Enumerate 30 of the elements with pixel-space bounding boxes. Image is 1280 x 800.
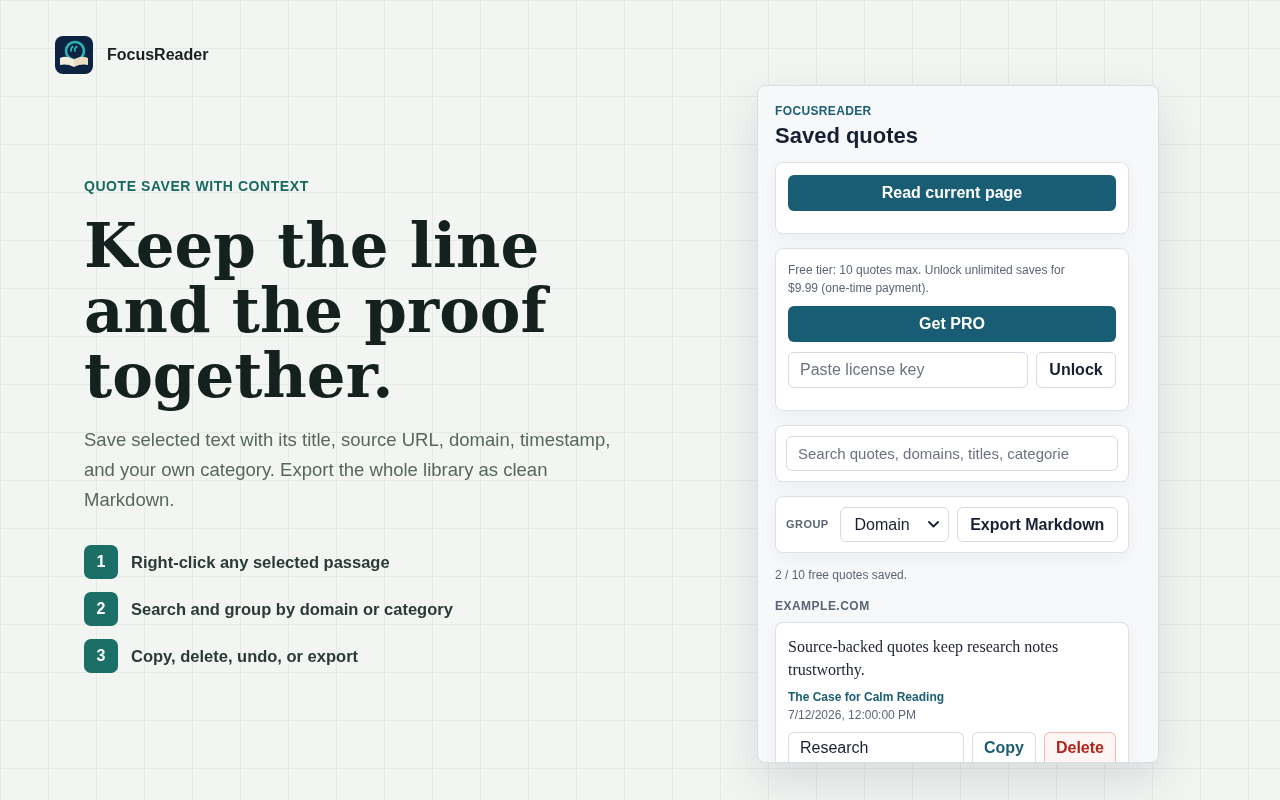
- domain-heading: EXAMPLE.COM: [775, 598, 871, 614]
- export-button[interactable]: Export Markdown: [956, 507, 1118, 542]
- step-number: 3: [84, 639, 118, 673]
- group-select[interactable]: Domain: [839, 507, 949, 542]
- step-text: Copy, delete, undo, or export: [131, 645, 359, 667]
- panel-eyebrow: FOCUSREADER: [775, 104, 873, 118]
- step-number: 2: [84, 592, 118, 626]
- step-text: Right-click any selected passage: [131, 551, 390, 573]
- license-field[interactable]: Paste license key: [788, 352, 1028, 388]
- tagline: QUOTE SAVER WITH CONTEXT: [84, 177, 310, 195]
- panel-title: Saved quotes: [775, 122, 920, 150]
- read-page-button[interactable]: Read current page: [788, 175, 1116, 211]
- unlock-button[interactable]: Unlock: [1036, 352, 1116, 388]
- timestamp: 7/12/2026, 12:00:00 PM: [788, 707, 918, 724]
- source-link[interactable]: The Case for Calm Reading: [788, 689, 945, 705]
- usage-text: 2 / 10 free quotes saved.: [775, 567, 909, 583]
- search-field[interactable]: Search quotes, domains, titles, categorie: [786, 436, 1118, 471]
- brand-name: FocusReader: [107, 45, 209, 65]
- quote-text: Source-backed quotes keep research notes trustworthy.: [788, 637, 1060, 681]
- step-number: 1: [84, 545, 118, 579]
- delete-button[interactable]: Delete: [1043, 732, 1116, 762]
- group-label: GROUP: [786, 517, 829, 533]
- chevron-down-icon: [927, 521, 939, 528]
- logo-icon: [55, 36, 93, 74]
- step-text: Search and group by domain or category: [131, 598, 453, 620]
- description: Save selected text with its title, source URL, domain, timestamp, and your own category. Export the whole library as clean Markdown.: [84, 428, 612, 512]
- category-field[interactable]: Research: [788, 732, 964, 762]
- pricing-note: Free tier: 10 quotes max. Unlock unlimited saves for $9.99 (one-time payment).: [788, 262, 1066, 297]
- copy-button[interactable]: Copy: [971, 732, 1036, 762]
- get-pro-button[interactable]: Get PRO: [788, 306, 1116, 342]
